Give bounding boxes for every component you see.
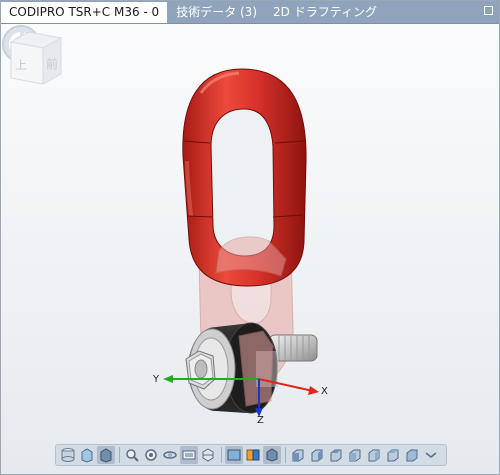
- model-render: [163, 68, 319, 417]
- box-view-icon[interactable]: [78, 446, 96, 464]
- tab-technical-data[interactable]: 技術データ (3): [168, 1, 265, 23]
- view-iso-icon[interactable]: [403, 446, 421, 464]
- section-icon[interactable]: [199, 446, 217, 464]
- axis-z-label: Z: [257, 415, 264, 426]
- axis-x-label: X: [321, 386, 328, 397]
- view-top-icon[interactable]: [365, 446, 383, 464]
- viewer-window: CODIPRO TSR+C M36 - 0 技術データ (3) 2D ドラフティ…: [0, 0, 500, 475]
- more-icon[interactable]: [422, 446, 440, 464]
- zoom-icon[interactable]: [123, 446, 141, 464]
- view-right-icon[interactable]: [346, 446, 364, 464]
- view-front-icon[interactable]: [289, 446, 307, 464]
- tab-2d-drafting[interactable]: 2D ドラフティング: [265, 1, 385, 23]
- view-bottom-icon[interactable]: [384, 446, 402, 464]
- tab-model[interactable]: CODIPRO TSR+C M36 - 0: [1, 2, 169, 23]
- shade-on-icon[interactable]: [225, 446, 243, 464]
- toolbar-separator: [221, 447, 222, 463]
- transparency-icon[interactable]: [263, 446, 281, 464]
- view-left-icon[interactable]: [327, 446, 345, 464]
- cylinder-icon[interactable]: [59, 446, 77, 464]
- rotate-icon[interactable]: [161, 446, 179, 464]
- tab-bar: CODIPRO TSR+C M36 - 0 技術データ (3) 2D ドラフティ…: [1, 1, 499, 24]
- box-shaded-icon[interactable]: [97, 446, 115, 464]
- axis-y-label: Y: [153, 374, 160, 385]
- view-back-icon[interactable]: [308, 446, 326, 464]
- maximize-icon[interactable]: [484, 6, 493, 15]
- toolbar-separator: [119, 447, 120, 463]
- toolbar-separator: [285, 447, 286, 463]
- color-icon[interactable]: [244, 446, 262, 464]
- view-toolbar: [55, 444, 447, 466]
- 3d-viewport[interactable]: 上 前 Y X Z: [1, 24, 499, 474]
- zoom-fit-icon[interactable]: [142, 446, 160, 464]
- pan-icon[interactable]: [180, 446, 198, 464]
